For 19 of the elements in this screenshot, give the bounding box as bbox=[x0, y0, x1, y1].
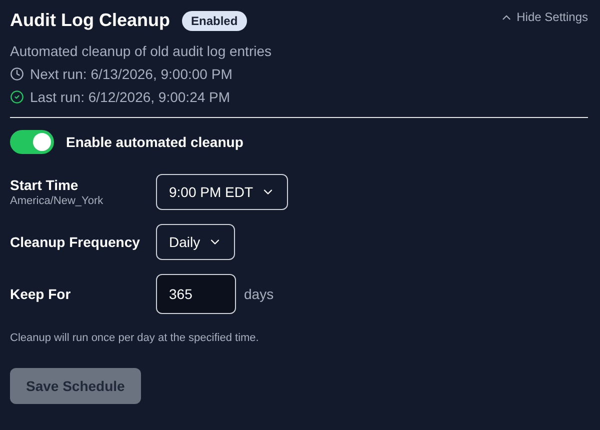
field-label: Keep For bbox=[10, 286, 72, 302]
enable-toggle[interactable] bbox=[10, 130, 54, 154]
check-circle-icon bbox=[10, 90, 24, 104]
timezone-label: America/New_York bbox=[10, 195, 104, 207]
description: Automated cleanup of old audit log entries bbox=[10, 43, 273, 59]
run-time-text: Next run: 6/13/2026, 9:00:00 PM bbox=[30, 66, 232, 82]
hint-text: Cleanup will run once per day at the specified time. bbox=[10, 332, 260, 344]
hide-settings-link[interactable]: Hide Settings bbox=[500, 10, 588, 24]
run-time-text: Last run: 6/12/2026, 9:00:24 PM bbox=[30, 89, 230, 105]
toggle-label: Enable automated cleanup bbox=[66, 134, 244, 150]
select-dropdown[interactable]: Daily bbox=[156, 224, 236, 260]
status-badge: Enabled bbox=[182, 10, 247, 30]
select-dropdown[interactable]: 9:00 PM EDT bbox=[156, 174, 288, 210]
field-label: Cleanup Frequency bbox=[10, 234, 141, 250]
field-label: Start Time bbox=[10, 177, 80, 193]
unit-label: days bbox=[244, 286, 274, 302]
card-title: Audit Log Cleanup bbox=[10, 10, 170, 31]
clock-icon bbox=[10, 67, 24, 81]
input-field[interactable]: 365 bbox=[156, 274, 236, 314]
